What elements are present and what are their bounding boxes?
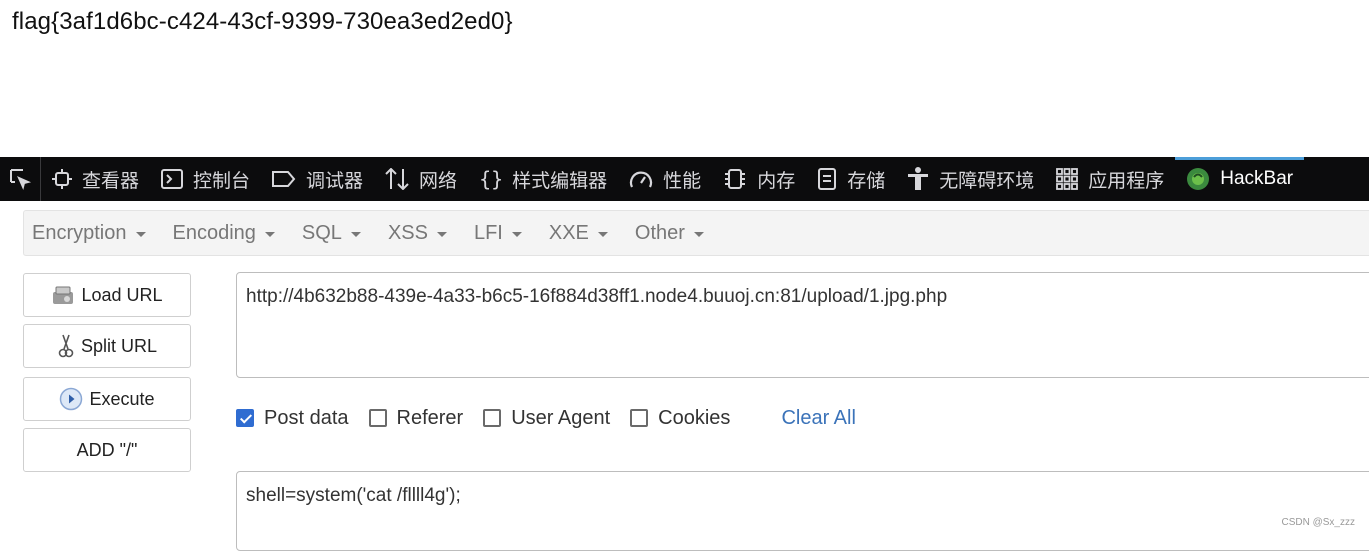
menu-xss[interactable]: XSS: [380, 222, 455, 245]
menu-xxe-label: XXE: [548, 221, 589, 244]
split-url-label: Split URL: [80, 335, 158, 356]
application-icon: [1056, 168, 1079, 190]
inspector-icon: [52, 169, 72, 189]
tab-hackbar-label: HackBar: [1220, 168, 1294, 189]
menu-encryption-label: Encryption: [32, 221, 127, 244]
user-agent-checkbox[interactable]: [483, 409, 502, 427]
menu-sql[interactable]: SQL: [294, 222, 369, 245]
tab-network-label: 网络: [419, 170, 458, 192]
cookies-option[interactable]: Cookies: [630, 407, 730, 430]
menu-lfi-label: LFI: [473, 221, 503, 244]
chevron-down-icon: [135, 231, 146, 237]
execute-label: Execute: [89, 388, 155, 409]
watermark: CSDN @Sx_zzz: [1281, 517, 1356, 528]
options-row: Post data Referer User Agent Cookies Cle…: [236, 404, 856, 432]
play-icon: [60, 387, 83, 411]
load-url-button[interactable]: Load URL: [23, 273, 191, 317]
tab-performance-label: 性能: [663, 170, 702, 192]
chevron-down-icon: [350, 231, 361, 237]
tab-storage-label: 存储: [847, 170, 886, 192]
tab-storage[interactable]: 存储: [806, 157, 896, 201]
element-picker-icon: [10, 169, 32, 191]
url-input[interactable]: http://4b632b88-439e-4a33-b6c5-16f884d38…: [236, 272, 1369, 378]
flag-text: flag{3af1d6bc-c424-43cf-9399-730ea3ed2ed…: [12, 8, 513, 35]
post-data-value: shell=system('cat /fllll4g');: [246, 485, 461, 506]
post-data-option[interactable]: Post data: [236, 407, 349, 430]
console-icon: [161, 169, 184, 189]
menu-lfi[interactable]: LFI: [466, 222, 530, 245]
tab-hackbar[interactable]: HackBar: [1175, 157, 1304, 201]
referer-label: Referer: [396, 406, 464, 429]
chevron-down-icon: [597, 231, 608, 237]
hackbar-icon: [1187, 168, 1210, 190]
tab-accessibility[interactable]: 无障碍环境: [896, 157, 1045, 201]
referer-option[interactable]: Referer: [368, 406, 464, 430]
user-agent-label: User Agent: [511, 406, 611, 429]
load-url-icon: [53, 286, 74, 304]
hackbar-menu: Encryption Encoding SQL XSS LFI XXE Othe…: [23, 210, 1369, 256]
style-editor-icon: {}: [479, 167, 504, 191]
tab-accessibility-label: 无障碍环境: [939, 170, 1035, 192]
tab-application-label: 应用程序: [1088, 170, 1165, 192]
accessibility-icon: [908, 167, 929, 190]
menu-encoding[interactable]: Encoding: [165, 222, 283, 245]
tab-performance[interactable]: 性能: [618, 157, 712, 201]
menu-xss-label: XSS: [387, 221, 428, 244]
clear-all-link[interactable]: Clear All: [781, 407, 855, 430]
menu-other-label: Other: [634, 221, 685, 244]
chevron-down-icon: [693, 231, 704, 237]
referer-checkbox[interactable]: [368, 409, 387, 427]
tab-console-label: 控制台: [193, 170, 251, 192]
cookies-label: Cookies: [658, 406, 731, 429]
network-icon: [385, 168, 409, 190]
add-slash-label: ADD "/": [76, 439, 138, 460]
user-agent-option[interactable]: User Agent: [483, 407, 610, 430]
menu-sql-label: SQL: [301, 221, 342, 244]
memory-icon: [725, 169, 746, 189]
storage-icon: [818, 168, 837, 190]
debugger-icon: [272, 171, 296, 187]
devtools-toolbar: 查看器 控制台 调试器 网络 {} 样式编辑器 性能 内存 存储 无障碍环境 应…: [0, 157, 1369, 201]
tab-memory[interactable]: 内存: [712, 157, 806, 201]
add-slash-button[interactable]: ADD "/": [23, 428, 191, 472]
menu-encoding-label: Encoding: [172, 221, 256, 244]
tab-inspector[interactable]: 查看器: [41, 157, 150, 201]
url-value: http://4b632b88-439e-4a33-b6c5-16f884d38…: [246, 286, 948, 307]
tab-memory-label: 内存: [757, 170, 796, 192]
post-data-checkbox[interactable]: [236, 409, 254, 427]
post-data-input[interactable]: shell=system('cat /fllll4g');: [236, 471, 1369, 551]
menu-encryption[interactable]: Encryption: [24, 222, 154, 245]
chevron-down-icon: [511, 231, 522, 237]
element-picker-button[interactable]: [0, 157, 41, 201]
post-data-label: Post data: [264, 406, 349, 429]
execute-button[interactable]: Execute: [23, 377, 191, 421]
scissors-icon: [58, 334, 74, 358]
cookies-checkbox[interactable]: [630, 409, 649, 427]
tab-inspector-label: 查看器: [82, 170, 140, 192]
split-url-button[interactable]: Split URL: [23, 324, 191, 368]
chevron-down-icon: [264, 231, 275, 237]
tab-application[interactable]: 应用程序: [1045, 157, 1175, 201]
menu-xxe[interactable]: XXE: [541, 222, 616, 245]
load-url-label: Load URL: [81, 284, 163, 305]
tab-debugger-label: 调试器: [306, 170, 364, 192]
tab-style-editor-label: 样式编辑器: [512, 170, 608, 192]
chevron-down-icon: [436, 231, 447, 237]
menu-other[interactable]: Other: [627, 222, 712, 245]
tab-debugger[interactable]: 调试器: [261, 157, 374, 201]
tab-style-editor[interactable]: {} 样式编辑器: [468, 157, 618, 201]
performance-icon: [630, 171, 653, 188]
tab-console[interactable]: 控制台: [150, 157, 261, 201]
tab-network[interactable]: 网络: [374, 157, 468, 201]
